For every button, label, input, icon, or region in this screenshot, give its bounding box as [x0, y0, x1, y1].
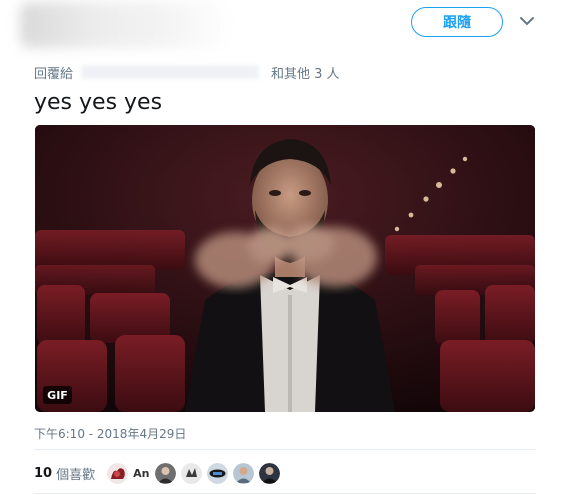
- reply-context: 回覆給 和其他 3 人: [34, 62, 340, 82]
- gif-badge: GIF: [43, 386, 72, 404]
- likes-label[interactable]: 個喜歡: [56, 464, 95, 483]
- gif-media[interactable]: GIF: [35, 125, 535, 412]
- gif-frame-image: [35, 125, 535, 412]
- liker-avatar-2[interactable]: An: [133, 467, 149, 480]
- blurred-user-header: [20, 2, 232, 48]
- liker-avatar-5[interactable]: [207, 462, 229, 484]
- liker-avatar-4[interactable]: [181, 462, 203, 484]
- divider-bottom: [34, 493, 536, 494]
- chevron-down-icon[interactable]: [519, 15, 535, 27]
- liker-avatar-3[interactable]: [155, 462, 177, 484]
- likes-count[interactable]: 10: [34, 466, 52, 481]
- liker-avatar-7[interactable]: [259, 462, 281, 484]
- likes-row: 10 個喜歡 An: [34, 461, 285, 485]
- divider-top: [34, 449, 536, 450]
- follow-button[interactable]: 跟隨: [411, 7, 503, 37]
- reply-prefix: 回覆給: [34, 66, 74, 82]
- tweet-text: yes yes yes: [34, 90, 163, 115]
- liker-avatar-6[interactable]: [233, 462, 255, 484]
- blurred-reply-handles: [81, 65, 260, 79]
- liker-avatar-1[interactable]: [107, 462, 129, 484]
- reply-others-count: 和其他 3 人: [271, 66, 340, 82]
- tweet-timestamp[interactable]: 下午6:10 - 2018年4月29日: [34, 425, 186, 442]
- follow-button-label: 跟隨: [443, 15, 471, 31]
